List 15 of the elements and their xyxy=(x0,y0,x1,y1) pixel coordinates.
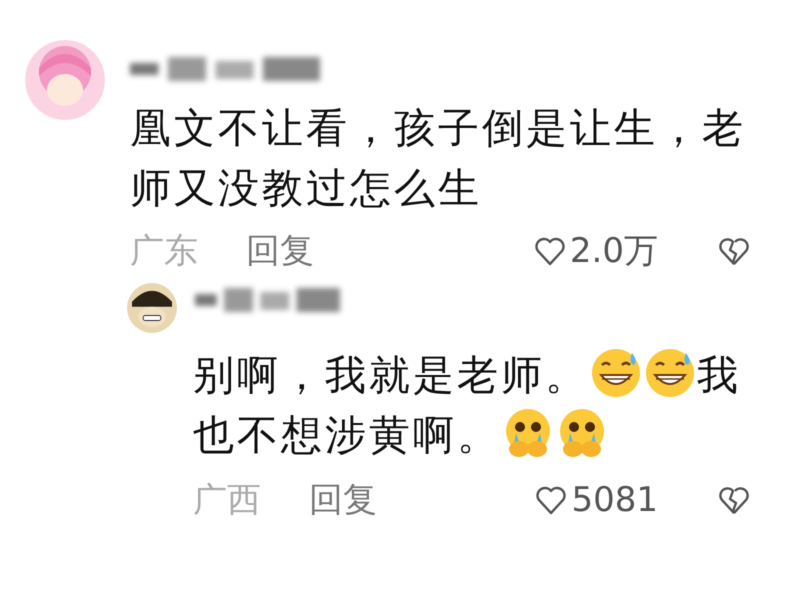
comment-text: 凰文不让看，孩子倒是让生，老师又没教过怎么生 xyxy=(130,103,747,214)
comment-text: 别啊，我就是老师。 我也不想涉黄啊。 xyxy=(193,345,750,465)
region-label: 广东 xyxy=(130,230,198,273)
heart-icon xyxy=(534,236,566,268)
heart-icon xyxy=(535,484,568,516)
region-label: 广西 xyxy=(193,479,261,522)
reply-link[interactable]: 回复 xyxy=(246,226,314,277)
like-button[interactable]: 2.0万 xyxy=(534,226,658,277)
grin-sweat-emoji-icon xyxy=(590,347,642,399)
dislike-icon xyxy=(718,484,750,516)
reply-link[interactable]: 回复 xyxy=(309,475,377,526)
avatar xyxy=(127,283,177,333)
grin-sweat-emoji-icon xyxy=(644,347,696,399)
like-button[interactable]: 5081 xyxy=(535,475,658,526)
dislike-icon xyxy=(718,236,750,268)
